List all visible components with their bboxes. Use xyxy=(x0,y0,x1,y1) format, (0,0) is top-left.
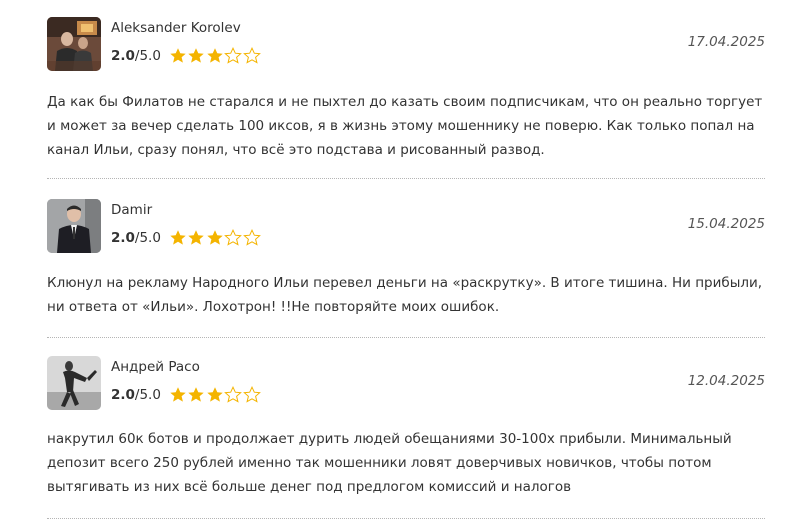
review-date: 17.04.2025 xyxy=(687,34,765,50)
divider xyxy=(47,178,765,179)
review-date: 12.04.2025 xyxy=(687,373,765,389)
rating: 2.0/5.0 xyxy=(111,47,261,64)
rating-score: 2.0 xyxy=(111,386,135,403)
rating-value: 2.0/5.0 xyxy=(111,230,161,246)
star-filled-icon xyxy=(188,48,205,63)
star-rating xyxy=(169,386,262,403)
review-date: 15.04.2025 xyxy=(687,216,765,232)
rating: 2.0/5.0 xyxy=(111,229,261,246)
rating-score: 2.0 xyxy=(111,229,135,246)
star-filled-icon xyxy=(207,48,223,63)
star-empty-icon xyxy=(243,386,261,403)
star-filled-icon xyxy=(170,48,186,63)
star-empty-icon xyxy=(224,47,243,64)
rating-max: /5.0 xyxy=(134,386,161,403)
star-filled-icon xyxy=(207,387,223,402)
star-rating xyxy=(169,229,262,246)
star-filled-icon xyxy=(207,230,223,245)
star-filled-icon xyxy=(188,387,205,402)
star-empty-icon xyxy=(243,229,261,246)
rating-max: /5.0 xyxy=(134,229,161,246)
star-empty-icon xyxy=(243,47,261,64)
avatar xyxy=(47,356,101,410)
author-name: Damir xyxy=(111,202,153,218)
star-empty-icon xyxy=(224,386,243,403)
rating-score: 2.0 xyxy=(111,47,135,64)
rating-max: /5.0 xyxy=(134,47,161,64)
review-text: Клюнул на рекламу Народного Ильи перевел… xyxy=(47,275,763,315)
review-text: Да как бы Филатов не старался и не пыхте… xyxy=(47,94,763,158)
star-rating xyxy=(169,47,262,64)
rating-value: 2.0/5.0 xyxy=(111,48,161,64)
rating-value: 2.0/5.0 xyxy=(111,387,161,403)
avatar xyxy=(47,17,101,71)
divider xyxy=(47,518,765,519)
star-filled-icon xyxy=(170,230,186,245)
star-empty-icon xyxy=(224,229,243,246)
author-name: Aleksander Korolev xyxy=(111,20,241,36)
star-filled-icon xyxy=(170,387,186,402)
rating: 2.0/5.0 xyxy=(111,386,261,403)
review-text: накрутил 60к ботов и продолжает дурить л… xyxy=(47,431,732,495)
avatar xyxy=(47,199,101,253)
user-photo-icon xyxy=(47,356,101,410)
user-photo-icon xyxy=(47,199,101,253)
author-name: Андрей Pacо xyxy=(111,359,200,375)
divider xyxy=(47,337,765,338)
user-photo-icon xyxy=(47,17,101,71)
star-filled-icon xyxy=(188,230,205,245)
